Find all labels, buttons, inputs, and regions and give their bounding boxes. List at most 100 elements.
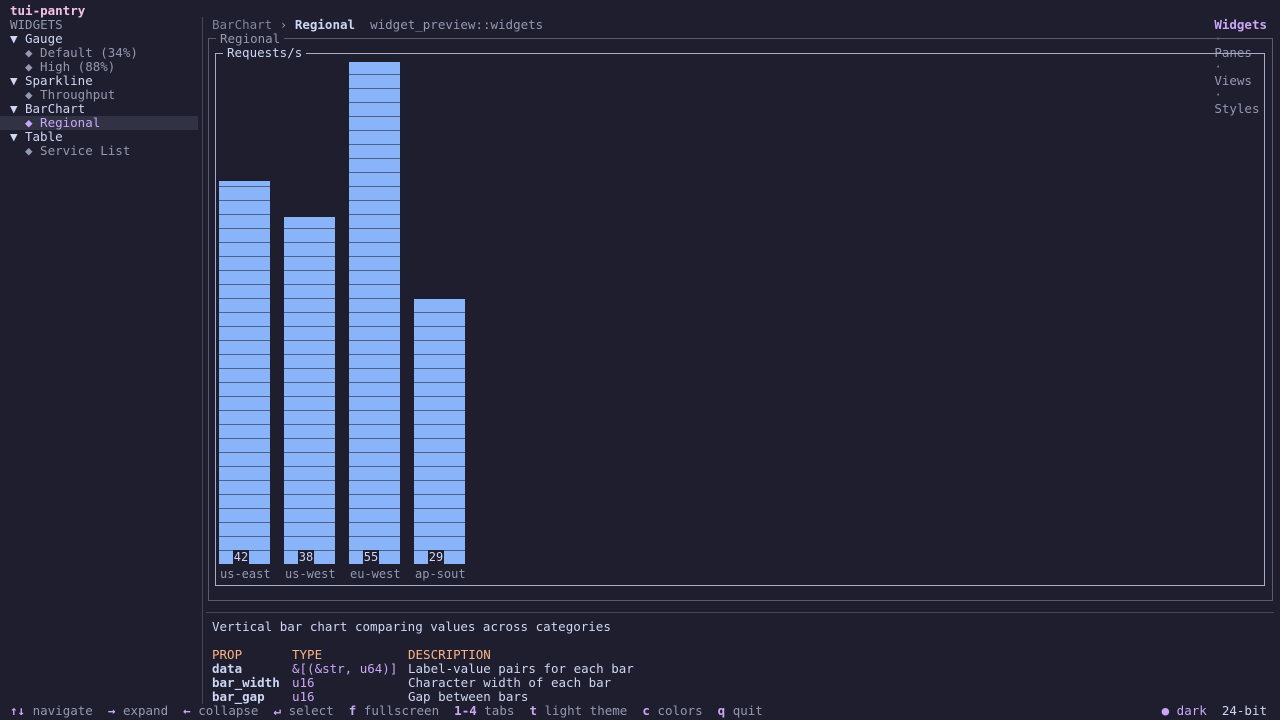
bar-category-label: us-west: [285, 567, 336, 581]
bar-segment-line: [349, 228, 400, 229]
bar-segment-line: [219, 424, 270, 425]
bar-segment-line: [219, 200, 270, 201]
bar-segment-line: [414, 438, 465, 439]
tree-group-barchart[interactable]: ▼ BarChart: [0, 102, 198, 116]
bar-segment-line: [414, 466, 465, 467]
bar-segment-line: [284, 284, 335, 285]
bar-segment-line: [284, 438, 335, 439]
preview-frame-title: Regional: [216, 32, 285, 46]
key-navigate: ↑↓: [10, 703, 26, 718]
bar-segment-line: [284, 466, 335, 467]
bar-segment-line: [349, 312, 400, 313]
prop-type: u16: [292, 675, 315, 690]
bar-segment-line: [284, 340, 335, 341]
table-row: bar_width u16 Character width of each ba…: [0, 676, 1280, 690]
breadcrumb-parent[interactable]: BarChart: [212, 17, 272, 32]
expand-arrow-icon: ▼: [10, 73, 18, 88]
bar-segment-line: [284, 410, 335, 411]
props-header-prop: PROP: [212, 647, 243, 662]
bar-segment-line: [219, 228, 270, 229]
bar-rect: [219, 181, 270, 564]
bar-segment-line: [284, 368, 335, 369]
bar-segment-line: [349, 410, 400, 411]
tree-item-label: ◆ Service List: [25, 143, 131, 158]
bar-segment-line: [219, 480, 270, 481]
bar-us-east: 42 us-east: [219, 181, 271, 581]
prop-name: data: [212, 661, 243, 676]
bar-segment-line: [219, 242, 270, 243]
prop-name: bar_width: [212, 675, 280, 690]
key-select: ↵: [273, 703, 282, 718]
tree-item-label: ◆ Throughput: [25, 87, 116, 102]
key-quit: q: [717, 703, 726, 718]
bar-category-label: eu-west: [350, 567, 401, 581]
prop-type: &[(&str, u64)]: [292, 661, 398, 676]
prop-description: Character width of each bar: [408, 675, 612, 690]
sidebar-heading: WIDGETS: [10, 17, 63, 32]
breadcrumb-separator: ›: [279, 17, 288, 32]
key-theme: t: [529, 703, 537, 718]
bar-segment-line: [284, 452, 335, 453]
key-tabs: 1-4: [454, 703, 477, 718]
bar-value-label: 38: [299, 550, 313, 564]
tree-group-gauge[interactable]: ▼ Gauge: [0, 32, 198, 46]
tree-group-label: Sparkline: [25, 73, 93, 88]
tab-widgets[interactable]: Widgets: [1214, 17, 1267, 32]
bar-segment-line: [349, 368, 400, 369]
tree-item-default[interactable]: ◆ Default (34%): [0, 46, 198, 60]
bar-segment-line: [349, 508, 400, 509]
bar-segment-line: [284, 424, 335, 425]
bar-category-label: ap-sout: [415, 567, 466, 581]
bar-segment-line: [219, 284, 270, 285]
expand-arrow-icon: ▼: [10, 101, 18, 116]
props-header-description: DESCRIPTION: [408, 647, 491, 662]
bar-segment-line: [284, 312, 335, 313]
tree-group-table[interactable]: ▼ Table: [0, 130, 198, 144]
tree-item-high[interactable]: ◆ High (88%): [0, 60, 198, 74]
bar-segment-line: [219, 354, 270, 355]
bar-segment-line: [219, 494, 270, 495]
theme-indicator[interactable]: ● dark: [1162, 703, 1207, 718]
table-row: data &[(&str, u64)] Label-value pairs fo…: [0, 662, 1280, 676]
expand-arrow-icon: ▼: [10, 31, 18, 46]
bar-segment-line: [219, 368, 270, 369]
status-bar: ↑↓ navigate → expand ← collapse ↵ select…: [0, 704, 1280, 720]
tree-item-regional[interactable]: ◆ Regional: [0, 116, 198, 130]
bar-category-label: us-east: [220, 567, 271, 581]
hint-collapse: collapse: [198, 703, 259, 718]
prop-description: Gap between bars: [408, 689, 529, 704]
tree-group-sparkline[interactable]: ▼ Sparkline: [0, 74, 198, 88]
bar-segment-line: [414, 312, 465, 313]
color-mode-badge: 24-bit: [1221, 703, 1267, 718]
tree-item-label: ◆ Regional: [25, 115, 101, 130]
bar-segment-line: [414, 396, 465, 397]
bar-segment-line: [284, 354, 335, 355]
bar-segment-line: [349, 200, 400, 201]
bar-segment-line: [219, 326, 270, 327]
hint-expand: expand: [122, 703, 169, 718]
tree-item-throughput[interactable]: ◆ Throughput: [0, 88, 198, 102]
bar-segment-line: [349, 354, 400, 355]
bar-segment-line: [349, 298, 400, 299]
bar-ap-sout: 29 ap-sout: [414, 299, 466, 581]
props-header-type: TYPE: [292, 647, 323, 662]
bar-segment-line: [349, 256, 400, 257]
bar-segment-line: [284, 228, 335, 229]
bar-segment-line: [414, 536, 465, 537]
bar-segment-line: [284, 256, 335, 257]
bar-segment-line: [219, 410, 270, 411]
bar-segment-line: [284, 382, 335, 383]
bar-rect: [414, 299, 465, 564]
bar-segment-line: [219, 522, 270, 523]
widget-description: Vertical bar chart comparing values acro…: [212, 619, 611, 634]
key-collapse: ←: [183, 703, 191, 718]
bar-segment-line: [349, 116, 400, 117]
bar-segment-line: [349, 270, 400, 271]
bar-segment-line: [349, 74, 400, 75]
bar-segment-line: [284, 480, 335, 481]
bar-segment-line: [349, 326, 400, 327]
tree-item-service-list[interactable]: ◆ Service List: [0, 144, 198, 158]
bar-segment-line: [284, 494, 335, 495]
bar-segment-line: [414, 368, 465, 369]
bar-segment-line: [219, 214, 270, 215]
